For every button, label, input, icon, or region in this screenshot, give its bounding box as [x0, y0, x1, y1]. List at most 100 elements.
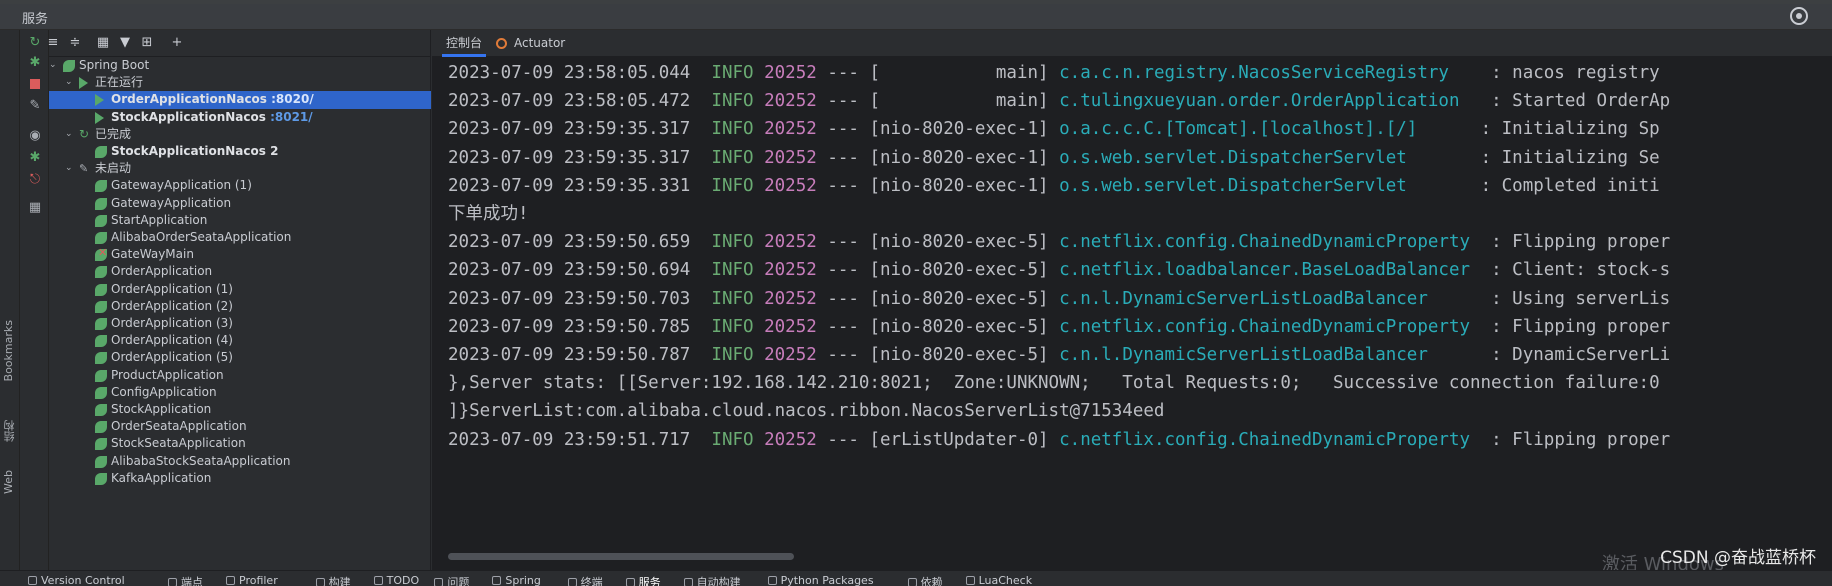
expand-arrow-icon[interactable]: ⌄	[49, 57, 59, 74]
log-logger[interactable]: c.tulingxueyuan.order.OrderApplication	[1059, 91, 1459, 111]
log-logger[interactable]: c.netflix.loadbalancer.BaseLoadBalancer	[1059, 260, 1470, 280]
bottom-tab[interactable]: 构建	[315, 574, 351, 586]
tree-item-text: OrderApplication (5)	[111, 350, 233, 365]
log-msg: : DynamicServerLi	[1427, 345, 1671, 365]
bottom-tab[interactable]: 自动构建	[683, 574, 741, 586]
tree-item[interactable]: AlibabaStockSeataApplication	[49, 453, 431, 470]
log-logger[interactable]: c.netflix.config.ChainedDynamicProperty	[1059, 232, 1470, 252]
log-logger[interactable]: c.n.l.DynamicServerListLoadBalancer	[1059, 289, 1428, 309]
bottom-tab[interactable]: TODO	[373, 574, 419, 586]
tab-actuator-label: Actuator	[514, 36, 566, 50]
structure-side-tab[interactable]: 结构	[2, 420, 18, 442]
tree-item[interactable]: OrderApplication (2)	[49, 298, 431, 315]
tree-item-label: OrderApplicationNacos :8020/	[111, 91, 314, 108]
bottom-tab[interactable]: Version Control	[28, 574, 125, 586]
log-msg: : Flipping proper	[1470, 232, 1671, 253]
bottom-tab[interactable]: LuaCheck	[965, 574, 1032, 586]
log-pid: 20252	[753, 119, 817, 140]
log-sep: ---	[816, 147, 870, 168]
tab-actuator[interactable]: Actuator	[496, 30, 565, 57]
log-line: },Server stats: [[Server:192.168.142.210…	[448, 373, 1660, 394]
tree-item[interactable]: OrderApplicationNacos :8020/	[49, 91, 431, 109]
stop-icon[interactable]	[26, 75, 44, 93]
log-level: INFO	[711, 316, 754, 337]
tree-item[interactable]: StartApplication	[49, 212, 431, 229]
rerun-icon: ↻	[79, 126, 90, 141]
services-tree-panel: ≡ ≑ ▦ ▼ ⊞ + ⌄ Spring Boot ⌄ 正在运行 OrderApplic…	[48, 30, 431, 570]
tree-item[interactable]: ⌄ Spring Boot	[49, 57, 431, 74]
expand-arrow-icon[interactable]: ⌄	[65, 74, 75, 91]
tree-item[interactable]: GatewayApplication	[49, 195, 431, 212]
tree-item[interactable]: ⌄ ✎ 未启动	[49, 160, 431, 177]
bottom-tab[interactable]: Spring	[492, 574, 541, 586]
exit-icon[interactable]: ⎋	[26, 170, 44, 188]
log-logger[interactable]: o.a.c.c.C.[Tomcat].[localhost].[/]	[1059, 119, 1417, 139]
port-link[interactable]: :8021/	[266, 110, 313, 124]
tree-item[interactable]: StockSeataApplication	[49, 435, 431, 452]
tree-item[interactable]: GatewayApplication (1)	[49, 177, 431, 194]
settings-gear-icon[interactable]	[1790, 7, 1808, 25]
new-tab-icon[interactable]: ⊞	[139, 35, 155, 51]
tree-item[interactable]: KafkaApplication	[49, 470, 431, 487]
bookmarks-side-tab[interactable]: Bookmarks	[2, 320, 15, 381]
debug-bug-icon[interactable]: ✱	[26, 148, 44, 166]
tree-item[interactable]: OrderApplication (4)	[49, 332, 431, 349]
debug-icon[interactable]: ✱	[26, 53, 44, 71]
log-thread: [ main]	[869, 91, 1060, 112]
wrench-icon[interactable]: ✎	[26, 96, 44, 114]
bottom-tab[interactable]: Profiler	[226, 574, 278, 586]
camera-icon[interactable]: ◉	[26, 126, 44, 144]
tab-console[interactable]: 控制台	[442, 30, 487, 57]
tree-item[interactable]: StockApplicationNacos :8021/	[49, 109, 431, 126]
layout-icon[interactable]: ▦	[26, 198, 44, 216]
expand-arrow-icon[interactable]: ⌄	[65, 126, 75, 143]
bottom-tab[interactable]: 依赖	[907, 574, 943, 586]
expand-arrow-icon[interactable]: ⌄	[65, 160, 75, 177]
log-line: 2023-07-09 23:59:50.787 INFO 20252 --- […	[448, 341, 1670, 369]
tree-item[interactable]: GateWayMain	[49, 244, 431, 263]
web-side-tab[interactable]: Web	[2, 470, 15, 494]
group-by-icon[interactable]: ▦	[95, 35, 111, 51]
tree-item-label: ProductApplication	[111, 367, 224, 384]
tree-item[interactable]: StockApplication	[49, 401, 431, 418]
log-thread: [nio-8020-exec-5]	[869, 232, 1060, 253]
tree-item-text: 已完成	[95, 126, 132, 141]
log-logger[interactable]: c.netflix.config.ChainedDynamicProperty	[1059, 317, 1470, 337]
tree-item[interactable]: StockApplicationNacos 2	[49, 143, 431, 160]
tree-item[interactable]: ConfigApplication	[49, 384, 431, 401]
log-msg: : Initializing Sp	[1417, 119, 1660, 140]
filter-icon[interactable]: ▼	[117, 35, 133, 51]
tree-item[interactable]: ⌄ ↻ 已完成	[49, 126, 431, 143]
log-logger[interactable]: c.netflix.config.ChainedDynamicProperty	[1059, 430, 1470, 450]
tree-item[interactable]: OrderApplication (5)	[49, 349, 431, 366]
spring-leaf-icon	[95, 214, 107, 227]
tree-item[interactable]: OrderApplication (3)	[49, 315, 431, 332]
tree-item[interactable]: OrderApplication	[49, 263, 431, 280]
port-link[interactable]: :8020/	[267, 92, 314, 106]
log-pid: 20252	[753, 91, 817, 112]
tree-item[interactable]: OrderSeataApplication	[49, 418, 431, 435]
tool-window-icon	[373, 576, 383, 585]
bottom-tab[interactable]: 问题	[434, 574, 469, 586]
tree-item-text: StockApplication	[111, 402, 212, 416]
tree-item[interactable]: OrderApplication (1)	[49, 281, 431, 298]
tree-item[interactable]: ⌄ 正在运行	[49, 74, 431, 91]
collapse-all-icon[interactable]: ≑	[67, 35, 83, 51]
log-logger[interactable]: o.s.web.servlet.DispatcherServlet	[1059, 148, 1407, 168]
rerun-icon[interactable]: ↻	[26, 33, 44, 51]
bottom-tab[interactable]: 终端	[567, 574, 603, 586]
expand-all-icon[interactable]: ≡	[45, 35, 61, 51]
log-line: 2023-07-09 23:59:35.331 INFO 20252 --- […	[448, 172, 1660, 200]
bottom-tab[interactable]: 服务	[625, 574, 661, 586]
bottom-tab[interactable]: 端点	[168, 574, 203, 586]
tool-window-icon	[625, 578, 635, 586]
log-logger[interactable]: c.n.l.DynamicServerListLoadBalancer	[1059, 345, 1428, 365]
horizontal-scrollbar[interactable]	[448, 553, 794, 560]
bottom-tab[interactable]: Python Packages	[767, 574, 874, 586]
add-service-icon[interactable]: +	[169, 35, 185, 51]
log-logger[interactable]: o.s.web.servlet.DispatcherServlet	[1059, 176, 1407, 196]
tree-item-text: Spring Boot	[79, 58, 150, 72]
tree-item[interactable]: ProductApplication	[49, 367, 431, 384]
log-pid: 20252	[753, 288, 817, 309]
log-logger[interactable]: c.a.c.n.registry.NacosServiceRegistry	[1059, 63, 1449, 83]
